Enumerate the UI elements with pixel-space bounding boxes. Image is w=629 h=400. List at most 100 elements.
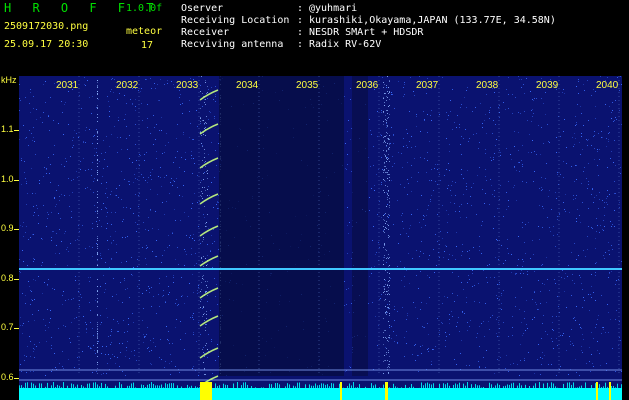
noise-speck — [211, 142, 212, 143]
noise-speck — [513, 187, 514, 188]
noise-speck — [389, 215, 390, 216]
noise-speck — [100, 324, 101, 325]
noise-speck — [538, 280, 539, 281]
noise-speck — [591, 274, 592, 275]
noise-speck — [479, 346, 480, 347]
signal-tick — [521, 385, 522, 392]
burst-speck — [388, 373, 389, 374]
burst-speck — [205, 166, 206, 167]
noise-speck — [380, 298, 381, 299]
noise-speck — [98, 99, 99, 100]
noise-speck — [619, 90, 620, 91]
noise-speck — [75, 276, 76, 277]
noise-speck — [91, 175, 92, 176]
noise-speck — [498, 322, 499, 323]
noise-speck — [549, 142, 550, 143]
burst-speck — [386, 150, 387, 151]
signal-tick — [343, 387, 344, 392]
noise-speck — [603, 329, 604, 330]
burst-speck — [97, 326, 98, 327]
spectrogram-plot[interactable] — [19, 76, 622, 400]
noise-speck — [28, 321, 29, 322]
noise-speck — [514, 166, 515, 167]
noise-speck — [417, 209, 418, 210]
noise-speck — [55, 253, 56, 254]
burst-speck — [389, 356, 390, 357]
noise-speck — [179, 167, 180, 168]
noise-speck — [146, 248, 147, 249]
noise-speck — [215, 86, 216, 87]
noise-speck — [202, 106, 203, 107]
signal-tick — [169, 383, 170, 392]
noise-speck — [146, 290, 147, 291]
noise-speck — [20, 272, 21, 273]
noise-speck — [603, 230, 604, 231]
noise-speck — [494, 216, 495, 217]
noise-speck — [88, 277, 89, 278]
noise-speck — [99, 220, 100, 221]
burst-speck — [388, 117, 389, 118]
noise-speck — [578, 255, 579, 256]
noise-speck — [574, 243, 575, 244]
noise-speck — [20, 325, 21, 326]
noise-speck — [101, 226, 102, 227]
noise-speck — [591, 227, 592, 228]
noise-speck — [185, 333, 186, 334]
noise-speck — [497, 298, 498, 299]
noise-speck — [575, 359, 576, 360]
burst-speck — [386, 158, 387, 159]
noise-speck — [112, 354, 113, 355]
signal-tick — [73, 384, 74, 392]
burst-speck — [202, 120, 203, 121]
noise-speck — [607, 304, 608, 305]
noise-speck — [512, 113, 513, 114]
burst-speck — [97, 202, 98, 203]
noise-speck — [147, 127, 148, 128]
noise-speck — [543, 143, 544, 144]
noise-speck — [466, 186, 467, 187]
noise-speck — [144, 154, 145, 155]
noise-speck — [519, 309, 520, 310]
signal-tick — [93, 382, 94, 392]
noise-speck — [141, 103, 142, 104]
burst-speck — [383, 260, 384, 261]
burst-speck — [385, 156, 386, 157]
noise-speck — [31, 168, 32, 169]
noise-speck — [491, 185, 492, 186]
burst-speck — [386, 145, 387, 146]
noise-speck — [517, 265, 518, 266]
noise-speck — [344, 96, 345, 97]
noise-speck — [125, 356, 126, 357]
noise-speck — [497, 284, 498, 285]
noise-speck — [207, 357, 208, 358]
noise-speck — [208, 228, 209, 229]
noise-speck — [122, 302, 123, 303]
noise-speck — [111, 258, 112, 259]
noise-speck — [184, 265, 185, 266]
signal-tick — [49, 388, 50, 392]
noise-speck — [54, 289, 55, 290]
burst-speck — [389, 143, 390, 144]
signal-tick — [531, 387, 532, 392]
noise-speck — [165, 361, 166, 362]
burst-speck — [205, 324, 206, 325]
noise-speck — [406, 233, 407, 234]
noise-speck — [467, 87, 468, 88]
noise-speck — [489, 264, 490, 265]
noise-speck — [571, 329, 572, 330]
noise-speck — [67, 247, 68, 248]
noise-speck — [114, 126, 115, 127]
noise-speck — [189, 283, 190, 284]
noise-speck — [552, 329, 553, 330]
burst-speck — [384, 84, 385, 85]
noise-speck — [127, 288, 128, 289]
noise-speck — [520, 113, 521, 114]
noise-speck — [156, 124, 157, 125]
noise-speck — [154, 127, 155, 128]
noise-speck — [582, 289, 583, 290]
noise-speck — [77, 336, 78, 337]
noise-speck — [373, 226, 374, 227]
noise-speck — [611, 226, 612, 227]
noise-speck — [552, 341, 553, 342]
noise-speck — [444, 296, 445, 297]
